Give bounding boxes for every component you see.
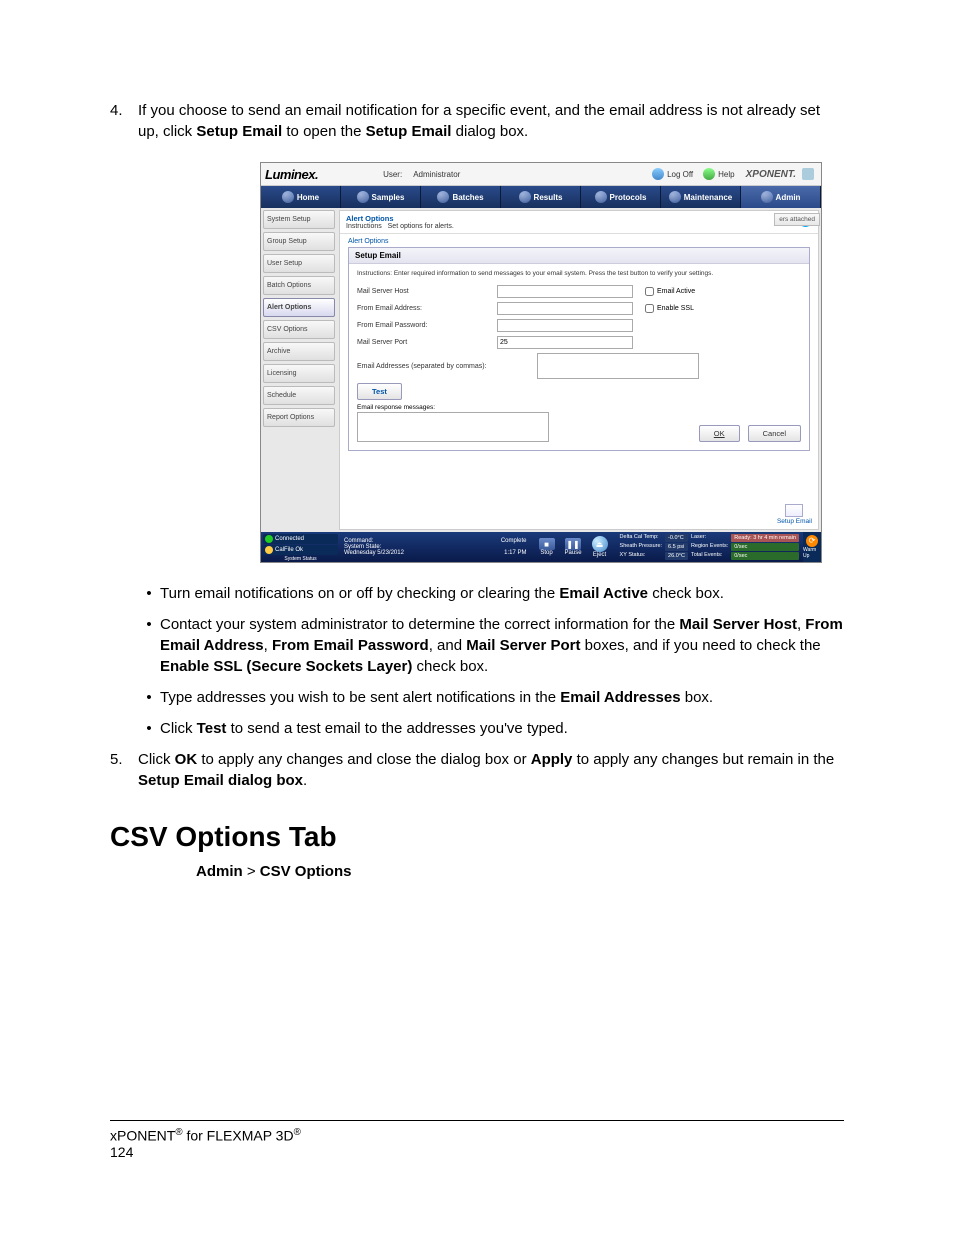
fieldset-label: Alert Options	[348, 238, 818, 245]
email-active-check[interactable]: Email Active	[645, 287, 695, 296]
mail-host-label: Mail Server Host	[357, 288, 497, 295]
stop-button[interactable]: ■Stop	[539, 538, 555, 556]
bullet-4: • Click Test to send a test email to the…	[138, 718, 844, 739]
main-navbar: Home Samples Batches Results Protocols M…	[261, 186, 821, 208]
sidebar-licensing[interactable]: Licensing	[263, 364, 335, 383]
samples-icon	[357, 191, 369, 203]
warmup-icon: ⟳	[806, 535, 818, 547]
brand-logo: Luminex.	[265, 167, 318, 182]
status-dot-icon	[265, 535, 273, 543]
home-icon	[282, 191, 294, 203]
page-footer: xPONENT® for FLEXMAP 3D® 124	[110, 1120, 844, 1160]
breadcrumb: Admin > CSV Options	[196, 863, 844, 880]
tab-admin[interactable]: Admin	[741, 186, 821, 208]
response-label: Email response messages:	[357, 404, 801, 411]
tab-samples[interactable]: Samples	[341, 186, 421, 208]
pause-button[interactable]: ❚❚Pause	[565, 538, 582, 556]
mail-port-input[interactable]	[497, 336, 633, 349]
bullet-3: • Type addresses you wish to be sent ale…	[138, 687, 844, 708]
mail-host-input[interactable]	[497, 285, 633, 298]
from-password-input[interactable]	[497, 319, 633, 332]
ok-button[interactable]: OK	[699, 425, 740, 442]
product-logo: XPONENT.	[746, 169, 796, 180]
eject-icon: ⏏	[592, 536, 608, 552]
status-dot-icon	[265, 546, 273, 554]
user-value: Administrator	[413, 170, 460, 179]
test-button[interactable]: Test	[357, 383, 402, 400]
protocols-icon	[595, 191, 607, 203]
sidebar-schedule[interactable]: Schedule	[263, 386, 335, 405]
from-address-input[interactable]	[497, 302, 633, 315]
sidebar-group-setup[interactable]: Group Setup	[263, 232, 335, 251]
tab-home[interactable]: Home	[261, 186, 341, 208]
calfile-status: CalFile Ok	[263, 545, 338, 555]
dialog-title: Setup Email	[349, 248, 809, 264]
sidebar-report-options[interactable]: Report Options	[263, 408, 335, 427]
sidebar-csv-options[interactable]: CSV Options	[263, 320, 335, 339]
email-addresses-input[interactable]	[537, 353, 699, 379]
clipped-button[interactable]: ers attached	[774, 213, 820, 226]
tab-batches[interactable]: Batches	[421, 186, 501, 208]
from-password-label: From Email Password:	[357, 322, 497, 329]
from-address-label: From Email Address:	[357, 305, 497, 312]
admin-sidebar: System Setup Group Setup User Setup Batc…	[261, 208, 337, 532]
maintenance-icon	[669, 191, 681, 203]
setup-email-button[interactable]: Setup Email	[777, 504, 812, 525]
sidebar-system-setup[interactable]: System Setup	[263, 210, 335, 229]
tab-protocols[interactable]: Protocols	[581, 186, 661, 208]
app-titlebar: Luminex. User: Administrator Log Off Hel…	[261, 163, 821, 186]
admin-icon	[761, 191, 773, 203]
cancel-button[interactable]: Cancel	[748, 425, 801, 442]
bullet-2: • Contact your system administrator to d…	[138, 614, 844, 677]
section-heading: CSV Options Tab	[110, 821, 844, 853]
connected-status: Connected	[263, 534, 338, 544]
sidebar-batch-options[interactable]: Batch Options	[263, 276, 335, 295]
logoff-icon	[652, 168, 664, 180]
email-addresses-label: Email Addresses (separated by commas):	[357, 363, 537, 370]
system-status-label: System Status	[263, 556, 338, 562]
sidebar-archive[interactable]: Archive	[263, 342, 335, 361]
results-icon	[519, 191, 531, 203]
mail-port-label: Mail Server Port	[357, 339, 497, 346]
enable-ssl-check[interactable]: Enable SSL	[645, 304, 694, 313]
app-screenshot: Luminex. User: Administrator Log Off Hel…	[260, 162, 822, 563]
step-number: 5.	[110, 749, 138, 791]
panel-title: Alert Options	[346, 214, 394, 223]
step-5: 5. Click OK to apply any changes and clo…	[110, 749, 844, 791]
step-4: 4. If you choose to send an email notifi…	[110, 100, 844, 142]
warmup-button[interactable]: ⟳ Warm Up	[803, 532, 821, 562]
dialog-instructions: Instructions: Enter required information…	[357, 270, 801, 277]
window-icon[interactable]	[802, 168, 814, 180]
step-number: 4.	[110, 100, 138, 142]
pause-icon: ❚❚	[565, 538, 581, 550]
tab-results[interactable]: Results	[501, 186, 581, 208]
envelope-icon	[785, 504, 803, 517]
main-panel: Alert Options Instructions Set options f…	[339, 210, 819, 530]
help-button[interactable]: Help	[703, 168, 734, 180]
bullet-1: • Turn email notifications on or off by …	[138, 583, 844, 604]
eject-button[interactable]: ⏏Eject	[592, 536, 608, 558]
batches-icon	[437, 191, 449, 203]
setup-email-dialog: Setup Email Instructions: Enter required…	[348, 247, 810, 451]
tab-maintenance[interactable]: Maintenance	[661, 186, 741, 208]
sidebar-alert-options[interactable]: Alert Options	[263, 298, 335, 317]
stop-icon: ■	[539, 538, 555, 550]
sidebar-user-setup[interactable]: User Setup	[263, 254, 335, 273]
logoff-button[interactable]: Log Off	[652, 168, 693, 180]
page-number: 124	[110, 1144, 133, 1160]
status-bar: Connected CalFile Ok System Status Comma…	[261, 532, 821, 562]
help-icon	[703, 168, 715, 180]
response-textarea[interactable]	[357, 412, 549, 442]
